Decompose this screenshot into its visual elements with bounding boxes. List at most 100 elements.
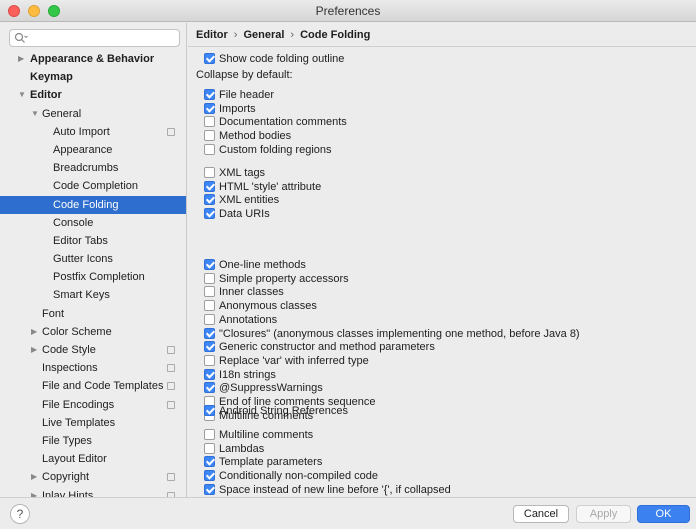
sidebar-item[interactable]: ▶ Copyright	[0, 468, 186, 486]
chevron-down-icon[interactable]: ▼	[31, 105, 39, 123]
sidebar-item-label: Color Scheme	[42, 325, 112, 338]
sidebar-item[interactable]: Postfix Completion	[0, 268, 186, 286]
sidebar-item-label: Editor Tabs	[53, 234, 108, 247]
sidebar-item-label: Copyright	[42, 471, 90, 484]
sidebar-item[interactable]: Console	[0, 214, 186, 232]
option-label: @SuppressWarnings	[219, 382, 323, 395]
help-button[interactable]: ?	[10, 504, 30, 524]
sidebar-item-label: General	[42, 107, 82, 120]
sidebar-item[interactable]: ▶ Inlay Hints	[0, 487, 186, 498]
checkbox-unchecked-icon[interactable]	[204, 300, 215, 312]
apply-button[interactable]: Apply	[576, 505, 631, 523]
sidebar-item[interactable]: Inspections	[0, 359, 186, 377]
sidebar-item[interactable]: Breadcrumbs	[0, 159, 186, 177]
project-level-icon	[167, 346, 175, 354]
cancel-button[interactable]: Cancel	[513, 505, 569, 523]
checkbox-unchecked-icon[interactable]	[204, 286, 215, 298]
breadcrumb-general[interactable]: General	[243, 29, 284, 41]
sidebar-item-label: Layout Editor	[42, 453, 107, 466]
checkbox-unchecked-icon[interactable]	[204, 130, 215, 142]
sidebar-item[interactable]: ▶ Appearance & Behavior	[0, 50, 186, 68]
option-label: Method bodies	[219, 130, 292, 143]
checkbox-checked-icon[interactable]	[204, 194, 215, 206]
checkbox-unchecked-icon[interactable]	[204, 116, 215, 128]
checkbox-checked-icon[interactable]	[204, 53, 215, 64]
checkbox-unchecked-icon[interactable]	[204, 143, 215, 155]
dialog-footer: ? Cancel Apply OK	[0, 497, 696, 529]
search-input[interactable]	[9, 29, 180, 47]
option-label: Data URIs	[219, 208, 270, 221]
sidebar-item[interactable]: ▶ Color Scheme	[0, 323, 186, 341]
option-label: Anonymous classes	[219, 300, 317, 313]
settings-sidebar: ▶ Appearance & Behavior Keymap ▼ Editor ▼ Gene…	[0, 23, 187, 497]
breadcrumb-separator: ›	[290, 29, 295, 41]
checkbox-checked-icon[interactable]	[204, 456, 215, 468]
sidebar-item-label: Inspections	[42, 362, 98, 375]
sidebar-item-label: Code Completion	[53, 180, 138, 193]
sidebar-item-label: Keymap	[30, 71, 73, 84]
option-label: Android String References	[219, 405, 349, 417]
sidebar-item[interactable]: Editor Tabs	[0, 232, 186, 250]
option-label: Space instead of new line before '{', if…	[219, 483, 451, 496]
checkbox-checked-icon[interactable]	[204, 102, 215, 114]
sidebar-item[interactable]: Auto Import	[0, 123, 186, 141]
checkbox-checked-icon[interactable]	[204, 368, 215, 380]
checkbox-checked-icon[interactable]	[204, 208, 215, 220]
checkbox-checked-icon[interactable]	[204, 259, 215, 270]
chevron-right-icon[interactable]: ▶	[31, 323, 37, 341]
project-level-icon	[167, 473, 175, 482]
sidebar-item[interactable]: Smart Keys	[0, 286, 186, 304]
chevron-right-icon[interactable]: ▶	[31, 341, 37, 359]
option-label: Annotations	[219, 313, 278, 326]
checkbox-unchecked-icon[interactable]	[204, 442, 215, 454]
checkbox-unchecked-icon[interactable]	[204, 429, 215, 440]
chevron-down-icon[interactable]: ▼	[18, 86, 26, 104]
option-label: XML tags	[219, 167, 266, 179]
checkbox-checked-icon[interactable]	[204, 180, 215, 192]
sidebar-item[interactable]: ▼ General	[0, 105, 186, 123]
checkbox-checked-icon[interactable]	[204, 327, 215, 339]
option-label: One-line methods	[219, 259, 306, 271]
checkbox-unchecked-icon[interactable]	[204, 313, 215, 325]
chevron-right-icon[interactable]: ▶	[31, 468, 37, 486]
settings-tree: ▶ Appearance & Behavior Keymap ▼ Editor ▼ Gene…	[0, 50, 186, 498]
checkbox-checked-icon[interactable]	[204, 405, 215, 416]
sidebar-item-label: File Types	[42, 434, 92, 447]
checkbox-unchecked-icon[interactable]	[204, 167, 215, 178]
option-label: Show code folding outline	[219, 53, 345, 65]
breadcrumb-editor[interactable]: Editor	[196, 29, 228, 41]
sidebar-item-label: Console	[53, 216, 94, 229]
sidebar-item-label: Code Folding	[53, 198, 119, 211]
sidebar-item[interactable]: Gutter Icons	[0, 250, 186, 268]
checkbox-checked-icon[interactable]	[204, 341, 215, 353]
sidebar-item-label: Gutter Icons	[53, 253, 113, 266]
chevron-right-icon[interactable]: ▶	[31, 487, 37, 498]
sidebar-item[interactable]: Layout Editor	[0, 450, 186, 468]
checkbox-checked-icon[interactable]	[204, 470, 215, 482]
project-level-icon	[167, 400, 175, 409]
checkbox-checked-icon[interactable]	[204, 483, 215, 495]
breadcrumb-code-folding: Code Folding	[300, 29, 371, 41]
sidebar-item[interactable]: Code Completion	[0, 177, 186, 195]
checkbox-checked-icon[interactable]	[204, 89, 215, 100]
sidebar-item-label: Auto Import	[53, 125, 110, 138]
checkbox-checked-icon[interactable]	[204, 382, 215, 394]
option-label: Multiline comments	[219, 429, 314, 441]
title-bar: Preferences	[0, 0, 696, 22]
sidebar-item[interactable]: Font	[0, 305, 186, 323]
sidebar-item-label: File and Code Templates	[42, 380, 164, 393]
search-icon	[14, 32, 28, 47]
chevron-right-icon[interactable]: ▶	[18, 50, 24, 68]
checkbox-unchecked-icon[interactable]	[204, 272, 215, 284]
sidebar-item[interactable]: File and Code Templates	[0, 377, 186, 395]
ok-button[interactable]: OK	[637, 505, 690, 523]
sidebar-item[interactable]: Appearance	[0, 141, 186, 159]
sidebar-item[interactable]: File Encodings	[0, 396, 186, 414]
sidebar-item[interactable]: ▼ Editor	[0, 86, 186, 104]
sidebar-item[interactable]: Keymap	[0, 68, 186, 86]
checkbox-unchecked-icon[interactable]	[204, 354, 215, 366]
sidebar-item[interactable]: Code Folding	[0, 195, 186, 214]
sidebar-item[interactable]: File Types	[0, 432, 186, 450]
sidebar-item[interactable]: Live Templates	[0, 414, 186, 432]
sidebar-item[interactable]: ▶ Code Style	[0, 341, 186, 359]
